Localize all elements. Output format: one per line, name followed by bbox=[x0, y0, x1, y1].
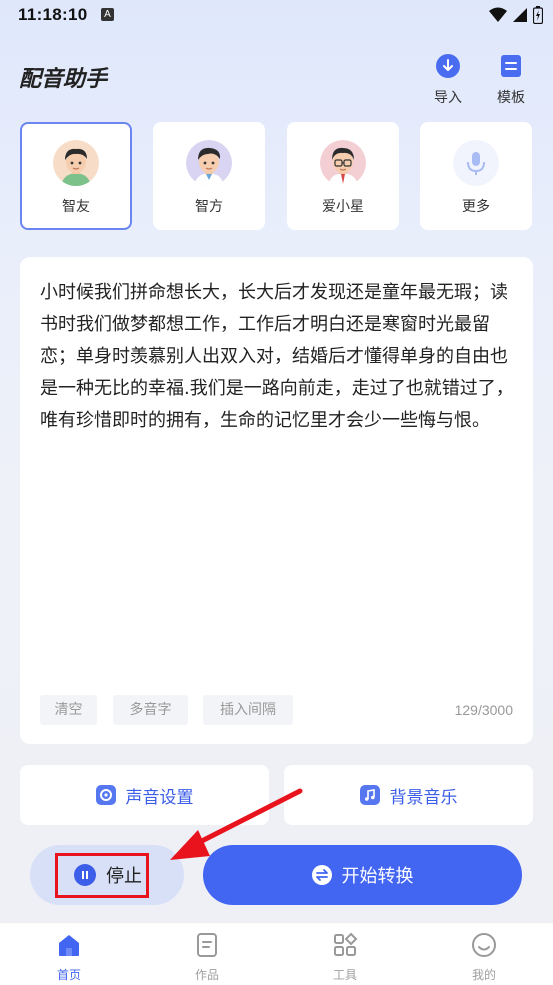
start-convert-button[interactable]: 开始转换 bbox=[203, 845, 522, 905]
document-icon bbox=[197, 933, 217, 957]
template-label: 模板 bbox=[497, 90, 525, 106]
avatar bbox=[186, 140, 232, 186]
avatar-zhifang-icon bbox=[186, 140, 232, 186]
highlight-box bbox=[55, 853, 149, 898]
voice-card-zhiyou[interactable]: 智友 bbox=[20, 122, 132, 230]
voice-settings-button[interactable]: 声音设置 bbox=[20, 765, 269, 825]
convert-label: 开始转换 bbox=[341, 866, 414, 887]
insert-pause-button[interactable]: 插入间隔 bbox=[203, 695, 293, 725]
status-notification-badge: A bbox=[101, 8, 114, 21]
microphone-icon bbox=[453, 140, 499, 186]
voice-settings-label: 声音设置 bbox=[125, 787, 194, 808]
template-icon bbox=[501, 55, 521, 77]
nav-home[interactable]: 首页 bbox=[39, 932, 99, 983]
nav-home-label: 首页 bbox=[56, 968, 81, 982]
nav-me-label: 我的 bbox=[471, 968, 496, 982]
voice-label: 智方 bbox=[195, 199, 223, 215]
background-music-button[interactable]: 背景音乐 bbox=[284, 765, 533, 825]
battery-icon bbox=[533, 6, 543, 24]
voice-label: 爱小星 bbox=[322, 199, 364, 215]
voice-card-zhifang[interactable]: 智方 bbox=[153, 122, 265, 230]
status-time: 11:18:10 bbox=[18, 5, 88, 24]
template-button[interactable]: 模板 bbox=[486, 53, 536, 107]
nav-me[interactable]: 我的 bbox=[454, 932, 514, 983]
music-note-icon bbox=[359, 785, 380, 805]
clear-button[interactable]: 清空 bbox=[40, 695, 97, 725]
nav-tools[interactable]: 工具 bbox=[315, 932, 375, 983]
text-editor[interactable]: 小时候我们拼命想长大，长大后才发现还是童年最无瑕；读书时我们做梦都想工作，工作后… bbox=[20, 257, 533, 744]
avatar bbox=[53, 140, 99, 186]
char-counter: 129/3000 bbox=[454, 702, 513, 718]
voice-label: 更多 bbox=[462, 199, 490, 215]
wifi-icon bbox=[489, 7, 507, 22]
avatar bbox=[320, 140, 366, 186]
polyphone-button[interactable]: 多音字 bbox=[113, 695, 188, 725]
background-music-label: 背景音乐 bbox=[389, 787, 458, 808]
grid-apps-icon bbox=[334, 932, 358, 956]
nav-works-label: 作品 bbox=[194, 968, 219, 982]
avatar bbox=[453, 140, 499, 186]
nav-works[interactable]: 作品 bbox=[177, 932, 237, 983]
import-button[interactable]: 导入 bbox=[423, 53, 473, 107]
voice-settings-icon bbox=[95, 785, 116, 805]
status-icons bbox=[489, 6, 543, 24]
avatar-zhiyou-icon bbox=[53, 140, 99, 186]
download-icon bbox=[436, 54, 460, 78]
home-icon bbox=[59, 935, 79, 956]
smiley-icon bbox=[472, 933, 496, 957]
voice-card-more[interactable]: 更多 bbox=[420, 122, 532, 230]
app-title: 配音助手 bbox=[19, 67, 108, 92]
voice-label: 智友 bbox=[62, 199, 90, 215]
avatar-aixiaoxing-icon bbox=[320, 140, 366, 186]
bottom-nav: 首页 作品 工具 我的 bbox=[0, 922, 553, 985]
import-label: 导入 bbox=[434, 90, 462, 106]
nav-tools-label: 工具 bbox=[332, 968, 357, 982]
editor-text[interactable]: 小时候我们拼命想长大，长大后才发现还是童年最无瑕；读书时我们做梦都想工作，工作后… bbox=[40, 277, 516, 437]
convert-icon bbox=[311, 865, 332, 885]
status-bar: 11:18:10 A bbox=[0, 0, 553, 30]
voice-card-aixiaoxing[interactable]: 爱小星 bbox=[287, 122, 399, 230]
signal-icon bbox=[513, 8, 527, 22]
